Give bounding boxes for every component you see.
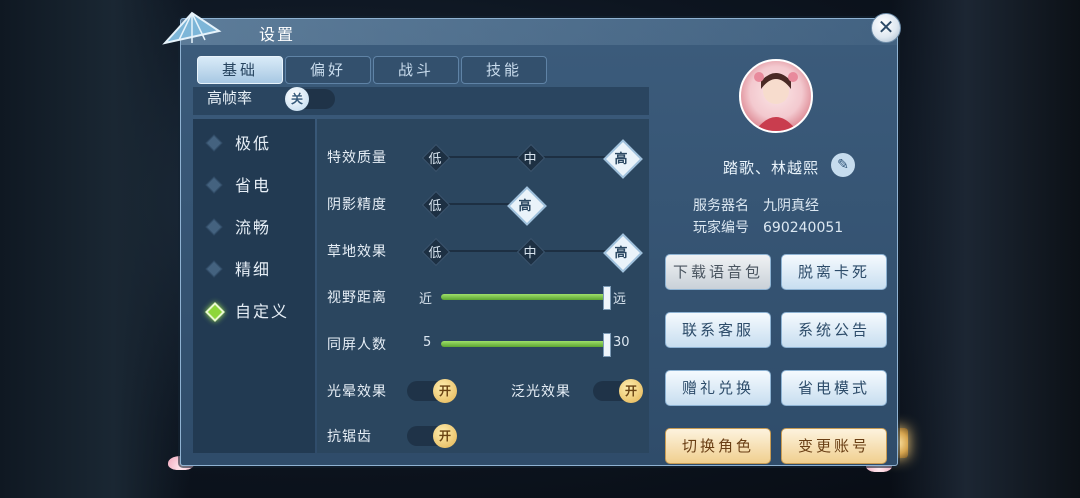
view-distance-min-label: 近 — [419, 292, 433, 307]
player-id-row: 玩家编号 690240051 — [693, 217, 843, 237]
radio-diamond-icon — [205, 260, 223, 278]
glow-label: 泛光效果 — [511, 384, 571, 400]
tab-preference[interactable]: 偏好 — [285, 56, 371, 84]
shadow-precision-high-label: 高 — [518, 199, 532, 214]
avatar[interactable] — [739, 59, 813, 133]
player-name: 踏歌、林越熙 — [723, 159, 820, 177]
high-fps-toggle-knob: 关 — [285, 87, 309, 111]
view-distance-fill — [441, 294, 609, 300]
quality-preset-label: 极低 — [235, 134, 272, 153]
custom-settings-area: 特效质量 低 中 高 阴影精度 低 高 草地效果 低 中 高 视野距离 近 远 … — [317, 119, 649, 453]
quality-preset-custom[interactable]: 自定义 — [193, 295, 315, 325]
quality-preset-very-low[interactable]: 极低 — [193, 127, 315, 157]
view-distance-label: 视野距离 — [327, 290, 387, 306]
quality-preset-list: 极低 省电 流畅 精细 自定义 — [193, 119, 315, 453]
contact-support-button[interactable]: 联系客服 — [665, 312, 771, 348]
background-left-scenery — [0, 0, 190, 498]
quality-preset-label: 流畅 — [235, 218, 272, 237]
player-id-value: 690240051 — [763, 220, 844, 236]
quality-preset-label: 自定义 — [235, 302, 290, 321]
quality-preset-label: 省电 — [235, 176, 272, 195]
edit-name-icon[interactable]: ✎ — [831, 153, 855, 177]
view-distance-slider[interactable] — [441, 294, 609, 300]
view-distance-thumb[interactable] — [603, 286, 611, 310]
announcement-button[interactable]: 系统公告 — [781, 312, 887, 348]
tab-basic[interactable]: 基础 — [197, 56, 283, 84]
high-fps-toggle[interactable]: 关 — [285, 87, 335, 111]
effect-quality-label: 特效质量 — [327, 150, 387, 166]
view-distance-max-label: 远 — [613, 292, 627, 307]
change-account-button[interactable]: 变更账号 — [781, 428, 887, 464]
close-button[interactable]: ✕ — [871, 13, 901, 43]
power-save-button[interactable]: 省电模式 — [781, 370, 887, 406]
antialias-toggle-knob: 开 — [433, 424, 457, 448]
player-id-key: 玩家编号 — [693, 220, 749, 236]
bloom-toggle[interactable]: 开 — [407, 379, 457, 403]
download-voice-button[interactable]: 下载语音包 — [665, 254, 771, 290]
grass-effect-label: 草地效果 — [327, 244, 387, 260]
effect-quality-mid-label: 中 — [523, 152, 537, 167]
grass-effect-low-label: 低 — [428, 246, 442, 261]
grass-effect-mid-label: 中 — [523, 246, 537, 261]
switch-role-button[interactable]: 切换角色 — [665, 428, 771, 464]
antialias-label: 抗锯齿 — [327, 429, 372, 445]
shadow-precision-label: 阴影精度 — [327, 197, 387, 213]
bloom-toggle-knob: 开 — [433, 379, 457, 403]
window-title: 设置 — [259, 25, 296, 44]
antialias-toggle[interactable]: 开 — [407, 424, 457, 448]
quality-preset-smooth[interactable]: 流畅 — [193, 211, 315, 241]
background-right-scenery — [890, 0, 1080, 498]
same-screen-players-max-label: 30 — [613, 335, 630, 350]
server-value: 九阴真经 — [763, 198, 819, 214]
unstuck-button[interactable]: 脱离卡死 — [781, 254, 887, 290]
high-fps-row — [193, 87, 649, 115]
tab-skill[interactable]: 技能 — [461, 56, 547, 84]
quality-preset-label: 精细 — [235, 260, 272, 279]
effect-quality-low-label: 低 — [428, 152, 442, 167]
radio-diamond-icon — [205, 134, 223, 152]
high-fps-label: 高帧率 — [207, 89, 253, 107]
gift-redeem-button[interactable]: 赠礼兑换 — [665, 370, 771, 406]
server-row: 服务器名 九阴真经 — [693, 195, 819, 215]
same-screen-players-label: 同屏人数 — [327, 337, 387, 353]
effect-quality-high-label: 高 — [614, 152, 628, 167]
same-screen-players-fill — [441, 341, 609, 347]
radio-diamond-selected-icon — [205, 302, 225, 322]
server-key: 服务器名 — [693, 198, 749, 214]
character-portrait-icon — [754, 72, 798, 131]
quality-preset-fine[interactable]: 精细 — [193, 253, 315, 283]
tab-battle[interactable]: 战斗 — [373, 56, 459, 84]
grass-effect-high-label: 高 — [614, 246, 628, 261]
fan-icon — [162, 11, 222, 45]
quality-preset-power-save[interactable]: 省电 — [193, 169, 315, 199]
glow-toggle[interactable]: 开 — [593, 379, 643, 403]
radio-diamond-icon — [205, 218, 223, 236]
same-screen-players-slider[interactable] — [441, 341, 609, 347]
settings-panel: 设置 ✕ 基础 偏好 战斗 技能 高帧率 关 极低 省电 流畅 精细 自定义 特… — [162, 11, 901, 466]
account-panel: 踏歌、林越熙 ✎ 服务器名 九阴真经 玩家编号 690240051 下载语音包 脱离… — [657, 45, 897, 465]
same-screen-players-min-label: 5 — [423, 335, 432, 350]
bloom-label: 光晕效果 — [327, 384, 387, 400]
shadow-precision-low-label: 低 — [428, 199, 442, 214]
same-screen-players-thumb[interactable] — [603, 333, 611, 357]
radio-diamond-icon — [205, 176, 223, 194]
glow-toggle-knob: 开 — [619, 379, 643, 403]
